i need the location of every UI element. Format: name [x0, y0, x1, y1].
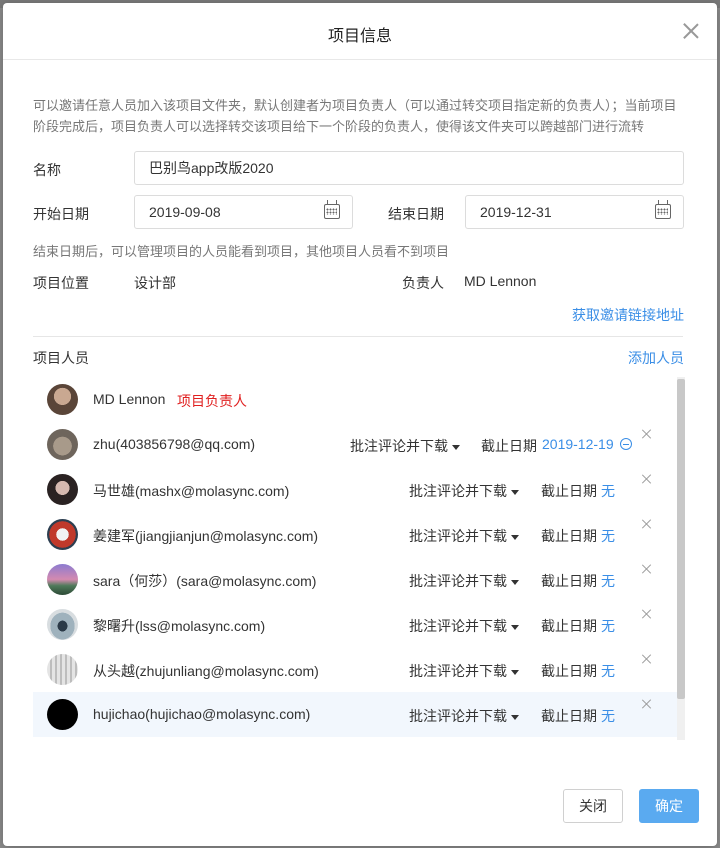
start-date-label: 开始日期: [33, 206, 89, 222]
permission-label: 批注评论并下载: [409, 708, 507, 724]
caret-down-icon: [452, 444, 460, 450]
permission-dropdown[interactable]: 批注评论并下载: [409, 616, 519, 636]
deadline-value[interactable]: 无: [601, 706, 615, 726]
deadline-label: 截止日期: [481, 438, 537, 454]
get-invite-link[interactable]: 获取邀请链接地址: [572, 305, 684, 325]
permission-label: 批注评论并下载: [409, 618, 507, 634]
members-title: 项目人员: [33, 350, 89, 366]
dialog-description: 可以邀请任意人员加入该项目文件夹，默认创建者为项目负责人（可以通过转交项目指定新…: [33, 98, 677, 134]
deadline-label: 截止日期: [541, 483, 597, 499]
permission-label: 批注评论并下载: [350, 438, 448, 454]
member-name: hujichao(hujichao@molasync.com): [93, 706, 311, 722]
remove-member-icon[interactable]: [641, 608, 653, 620]
list-item: sara（何莎）(sara@molasync.com) 批注评论并下载 截止日期…: [33, 557, 677, 602]
list-item: MD Lennon 项目负责人: [33, 377, 677, 422]
caret-down-icon: [511, 624, 519, 630]
permission-label: 批注评论并下载: [409, 528, 507, 544]
deadline-value[interactable]: 无: [601, 661, 615, 681]
owner-value: MD Lennon: [464, 273, 537, 289]
confirm-button[interactable]: 确定: [639, 789, 699, 823]
deadline-value[interactable]: 无: [601, 481, 615, 501]
name-label: 名称: [33, 162, 61, 178]
calendar-icon[interactable]: [324, 200, 340, 219]
deadline-label: 截止日期: [541, 663, 597, 679]
list-item: 马世雄(mashx@molasync.com) 批注评论并下载 截止日期 无: [33, 467, 677, 512]
deadline-label: 截止日期: [541, 708, 597, 724]
member-name: 马世雄(mashx@molasync.com): [93, 483, 290, 499]
deadline-label: 截止日期: [541, 618, 597, 634]
close-button[interactable]: 关闭: [563, 789, 623, 823]
deadline-value[interactable]: 无: [601, 571, 615, 591]
avatar: [47, 654, 78, 685]
permission-label: 批注评论并下载: [409, 663, 507, 679]
close-icon[interactable]: [681, 21, 701, 41]
deadline-value[interactable]: 2019-12-19: [542, 436, 614, 452]
caret-down-icon: [511, 534, 519, 540]
name-input[interactable]: 巴别鸟app改版2020: [134, 151, 684, 185]
permission-label: 批注评论并下载: [409, 573, 507, 589]
location-value: 设计部: [134, 275, 176, 291]
permission-dropdown[interactable]: 批注评论并下载: [409, 571, 519, 591]
remove-deadline-icon[interactable]: [620, 438, 632, 450]
project-info-dialog: 项目信息 可以邀请任意人员加入该项目文件夹，默认创建者为项目负责人（可以通过转交…: [3, 3, 717, 846]
member-name: 黎曙升(lss@molasync.com): [93, 618, 266, 634]
deadline-label: 截止日期: [541, 528, 597, 544]
permission-dropdown[interactable]: 批注评论并下载: [409, 481, 519, 501]
avatar: [47, 474, 78, 505]
remove-member-icon[interactable]: [641, 653, 653, 665]
add-member-link[interactable]: 添加人员: [628, 348, 684, 368]
avatar: [47, 519, 78, 550]
caret-down-icon: [511, 669, 519, 675]
remove-member-icon[interactable]: [641, 473, 653, 485]
member-name: MD Lennon: [93, 391, 166, 407]
deadline-value[interactable]: 无: [601, 616, 615, 636]
avatar: [47, 609, 78, 640]
permission-dropdown[interactable]: 批注评论并下载: [409, 526, 519, 546]
permission-dropdown[interactable]: 批注评论并下载: [350, 436, 460, 456]
caret-down-icon: [511, 714, 519, 720]
remove-member-icon[interactable]: [641, 518, 653, 530]
member-name: 从头越(zhujunliang@molasync.com): [93, 663, 319, 679]
end-date-value: 2019-12-31: [480, 204, 552, 220]
calendar-icon[interactable]: [655, 200, 671, 219]
deadline-label: 截止日期: [541, 573, 597, 589]
list-item: 姜建军(jiangjianjun@molasync.com) 批注评论并下载 截…: [33, 512, 677, 557]
dialog-title: 项目信息: [327, 28, 392, 45]
member-name: zhu(403856798@qq.com): [93, 436, 256, 452]
list-item: 从头越(zhujunliang@molasync.com) 批注评论并下载 截止…: [33, 647, 677, 692]
caret-down-icon: [511, 579, 519, 585]
permission-dropdown[interactable]: 批注评论并下载: [409, 661, 519, 681]
avatar: [47, 384, 78, 415]
avatar: [47, 699, 78, 730]
scrollbar-thumb[interactable]: [677, 379, 685, 699]
list-item: zhu(403856798@qq.com) 批注评论并下载 截止日期 2019-…: [33, 422, 677, 467]
caret-down-icon: [511, 489, 519, 495]
remove-member-icon[interactable]: [641, 563, 653, 575]
list-item: hujichao(hujichao@molasync.com) 批注评论并下载 …: [33, 692, 677, 737]
member-name: sara（何莎）(sara@molasync.com): [93, 573, 317, 589]
scrollbar[interactable]: [677, 377, 685, 740]
divider: [33, 336, 683, 337]
deadline-value[interactable]: 无: [601, 526, 615, 546]
remove-member-icon[interactable]: [641, 698, 653, 710]
avatar: [47, 429, 78, 460]
location-label: 项目位置: [33, 275, 89, 291]
end-date-note: 结束日期后，可以管理项目的人员能看到项目，其他项目人员看不到项目: [33, 244, 450, 259]
owner-label: 负责人: [402, 275, 444, 291]
permission-dropdown[interactable]: 批注评论并下载: [409, 706, 519, 726]
members-list: MD Lennon 项目负责人 zhu(403856798@qq.com) 批注…: [33, 377, 685, 740]
end-date-label: 结束日期: [388, 206, 444, 222]
avatar: [47, 564, 78, 595]
permission-label: 批注评论并下载: [409, 483, 507, 499]
start-date-value: 2019-09-08: [149, 204, 221, 220]
owner-tag: 项目负责人: [177, 393, 247, 409]
start-date-input[interactable]: 2019-09-08: [134, 195, 353, 229]
end-date-input[interactable]: 2019-12-31: [465, 195, 684, 229]
remove-member-icon[interactable]: [641, 428, 653, 440]
list-item: 黎曙升(lss@molasync.com) 批注评论并下载 截止日期 无: [33, 602, 677, 647]
dialog-header: 项目信息: [3, 3, 717, 60]
member-name: 姜建军(jiangjianjun@molasync.com): [93, 528, 319, 544]
